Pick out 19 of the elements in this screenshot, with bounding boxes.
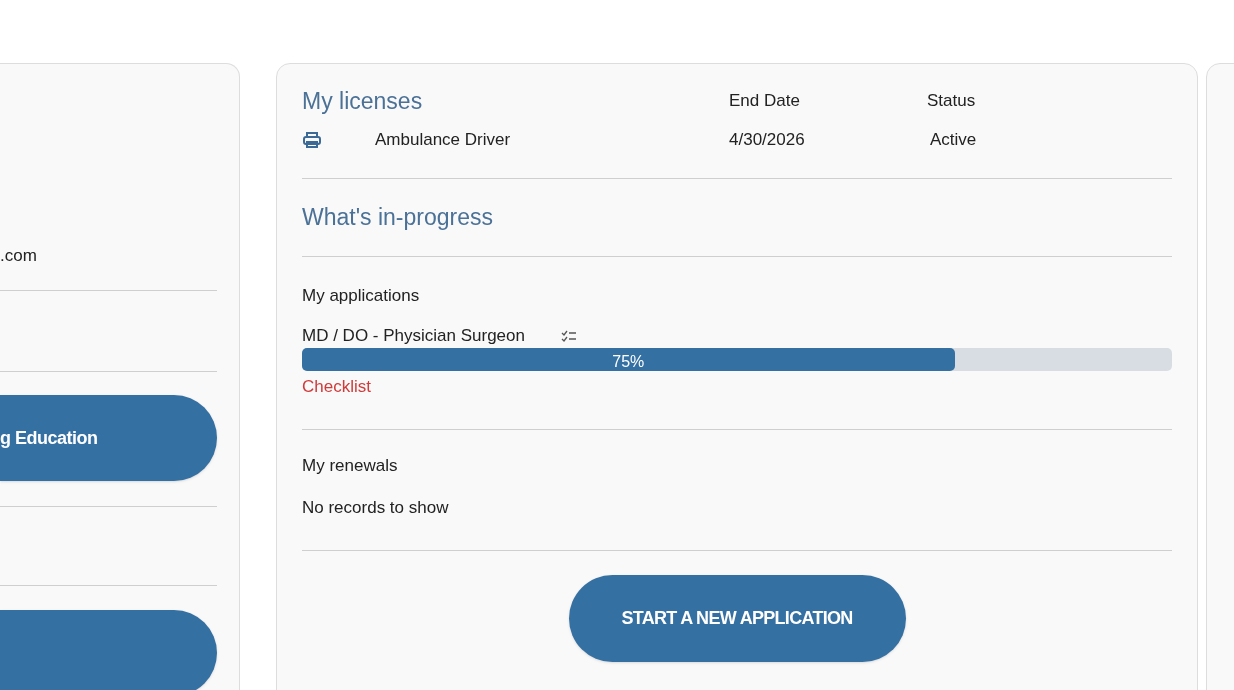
section-title: What's in-progress — [302, 203, 493, 233]
application-name: MD / DO - Physician Surgeon — [302, 325, 525, 348]
email-text: .com — [0, 247, 37, 264]
menu-button[interactable] — [0, 610, 217, 690]
licenses-title: My licenses — [302, 86, 424, 116]
applications-label: My applications — [302, 285, 421, 307]
printer-icon[interactable] — [302, 131, 322, 149]
license-name: Ambulance Driver — [375, 129, 512, 152]
checklist-link[interactable]: Checklist — [302, 374, 371, 400]
start-application-button[interactable]: START A NEW APPLICATION — [568, 574, 906, 662]
license-status: Active — [930, 129, 977, 152]
renewals-label: My renewals — [302, 454, 399, 477]
end-date: 4/30/2026 — [729, 129, 806, 152]
column-header: Status — [927, 90, 976, 113]
column-header: End Date — [729, 90, 801, 113]
empty-message: No records to show — [302, 496, 450, 519]
progress-percent: 75% — [612, 353, 645, 371]
checklist-icon[interactable] — [560, 330, 577, 342]
education-button[interactable]: g Education — [0, 395, 217, 481]
